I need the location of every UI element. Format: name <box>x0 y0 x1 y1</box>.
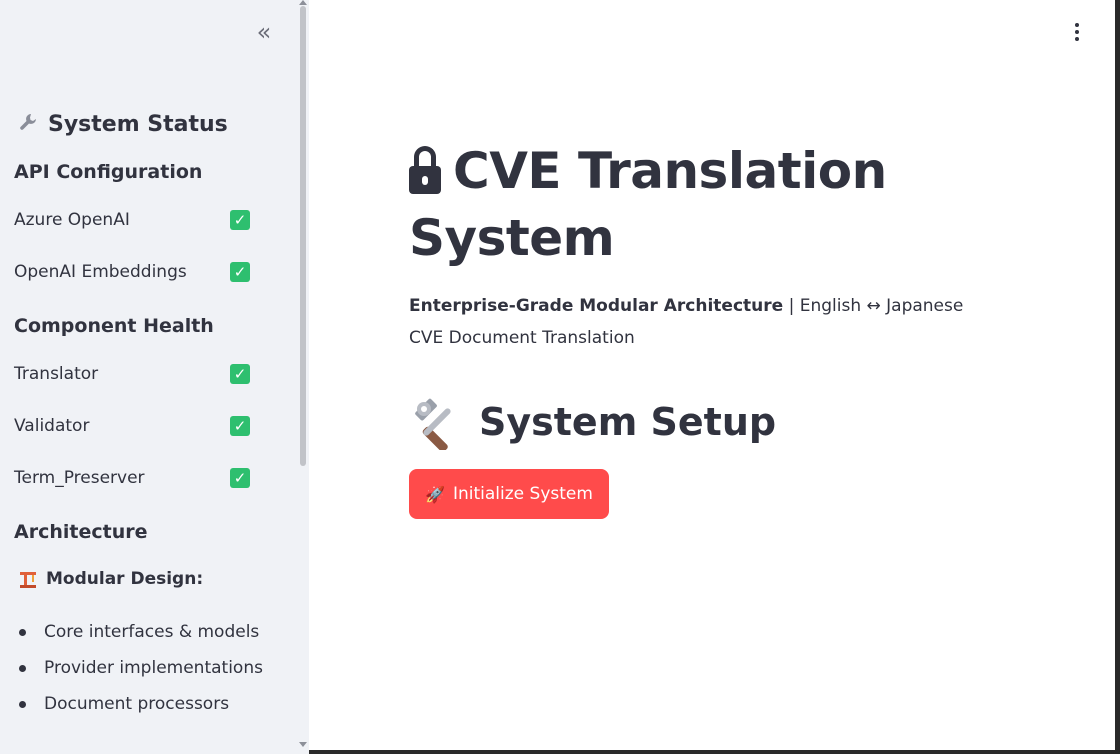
sidebar: « System Status API Configuration Azure … <box>0 0 309 754</box>
collapse-sidebar-button[interactable]: « <box>250 18 278 46</box>
list-item: Translator ✓ <box>14 348 284 400</box>
architecture-list: Core interfaces & models Provider implem… <box>14 614 284 722</box>
list-item: Core interfaces & models <box>14 614 284 650</box>
check-icon: ✓ <box>230 364 250 384</box>
sidebar-content: System Status API Configuration Azure Op… <box>14 106 284 722</box>
hammer-and-wrench-icon <box>415 398 451 450</box>
main-content: CVE Translation System Enterprise-Grade … <box>309 0 1120 754</box>
construction-crane-icon <box>18 569 38 589</box>
api-item-label: OpenAI Embeddings <box>14 262 187 282</box>
list-item: Document processors <box>14 686 284 722</box>
system-setup-heading: System Setup <box>409 392 776 452</box>
check-icon: ✓ <box>230 416 250 436</box>
subtitle-bold: Enterprise-Grade Modular Architecture <box>409 296 784 316</box>
health-list: Translator ✓ Validator ✓ Term_Preserver … <box>14 348 284 504</box>
check-icon: ✓ <box>230 210 250 230</box>
check-icon: ✓ <box>230 468 250 488</box>
api-list: Azure OpenAI ✓ OpenAI Embeddings ✓ <box>14 194 284 298</box>
page-subtitle: Enterprise-Grade Modular Architecture | … <box>409 290 969 354</box>
window-border-bottom <box>309 750 1120 754</box>
component-label: Translator <box>14 364 99 384</box>
kebab-dot <box>1075 37 1079 41</box>
kebab-dot <box>1075 30 1079 34</box>
lock-icon <box>409 146 441 194</box>
architecture-heading: Architecture <box>14 521 148 543</box>
modular-design-text: Modular Design: <box>46 569 204 589</box>
list-item: Validator ✓ <box>14 400 284 452</box>
scroll-up-icon[interactable] <box>299 0 307 5</box>
main-menu-button[interactable] <box>1065 18 1089 46</box>
component-label: Validator <box>14 416 90 436</box>
sidebar-scrollbar[interactable] <box>297 0 309 754</box>
rocket-icon: 🚀 <box>425 484 445 504</box>
list-item: Term_Preserver ✓ <box>14 452 284 504</box>
list-item: Provider implementations <box>14 650 284 686</box>
system-status-title: System Status <box>48 111 228 137</box>
modular-design-label: Modular Design: <box>18 564 284 594</box>
chevrons-left-icon: « <box>256 18 272 46</box>
scrollbar-thumb[interactable] <box>300 6 306 466</box>
api-configuration-heading: API Configuration <box>14 161 203 183</box>
component-health-heading: Component Health <box>14 315 214 337</box>
window-border-right <box>1115 0 1120 754</box>
page-title: CVE Translation System <box>409 138 889 272</box>
component-label: Term_Preserver <box>14 468 145 488</box>
app: « System Status API Configuration Azure … <box>0 0 1120 754</box>
initialize-system-button[interactable]: 🚀 Initialize System <box>409 469 609 519</box>
wrench-icon <box>18 112 38 137</box>
list-item: Azure OpenAI ✓ <box>14 194 284 246</box>
check-icon: ✓ <box>230 262 250 282</box>
api-item-label: Azure OpenAI <box>14 210 130 230</box>
page-title-text: CVE Translation System <box>409 142 887 267</box>
list-item: OpenAI Embeddings ✓ <box>14 246 284 298</box>
kebab-menu-icon <box>1075 23 1079 27</box>
scroll-down-icon[interactable] <box>299 742 307 747</box>
initialize-system-label: Initialize System <box>452 484 593 504</box>
system-setup-title: System Setup <box>479 400 777 444</box>
system-status-heading: System Status <box>18 106 284 142</box>
